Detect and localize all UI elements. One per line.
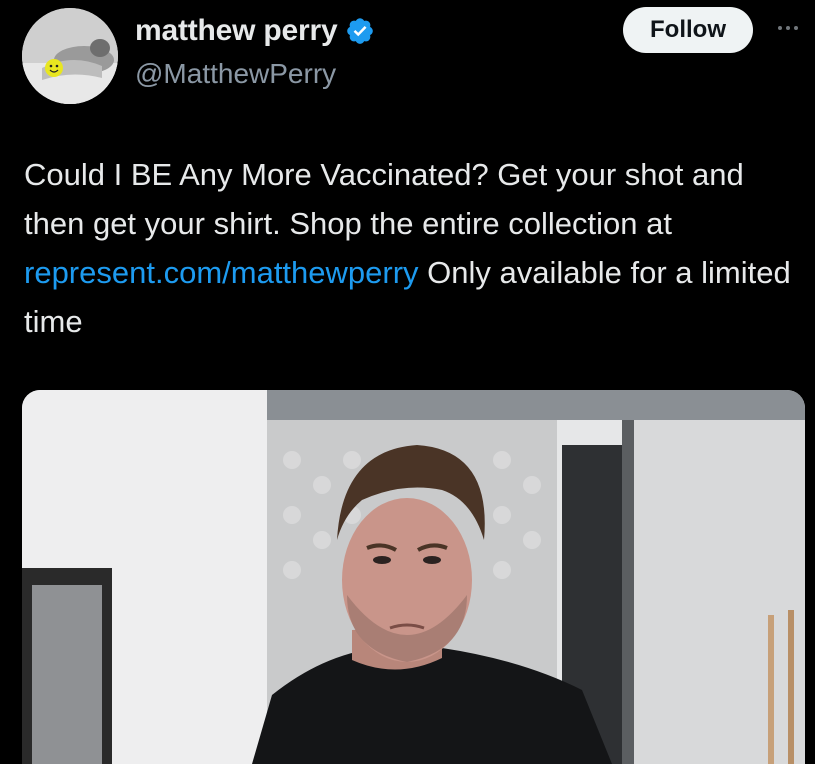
more-horizontal-icon[interactable]: [768, 18, 808, 38]
tweet-media-photo[interactable]: [22, 390, 805, 764]
avatar-image: [22, 8, 118, 104]
tweet-link[interactable]: represent.com/matthewperry: [24, 255, 419, 290]
dot: [786, 26, 790, 30]
author-handle[interactable]: @MatthewPerry: [135, 58, 336, 90]
tweet-text-before: Could I BE Any More Vaccinated? Get your…: [24, 157, 744, 241]
dot: [794, 26, 798, 30]
dot: [778, 26, 782, 30]
verified-badge-icon: [347, 18, 374, 44]
follow-button[interactable]: Follow: [623, 7, 753, 53]
tweet-text: Could I BE Any More Vaccinated? Get your…: [24, 150, 804, 346]
author-name-row[interactable]: matthew perry: [135, 14, 375, 48]
media-photo: [22, 390, 805, 764]
avatar[interactable]: [22, 8, 118, 104]
author-name[interactable]: matthew perry: [135, 14, 338, 48]
